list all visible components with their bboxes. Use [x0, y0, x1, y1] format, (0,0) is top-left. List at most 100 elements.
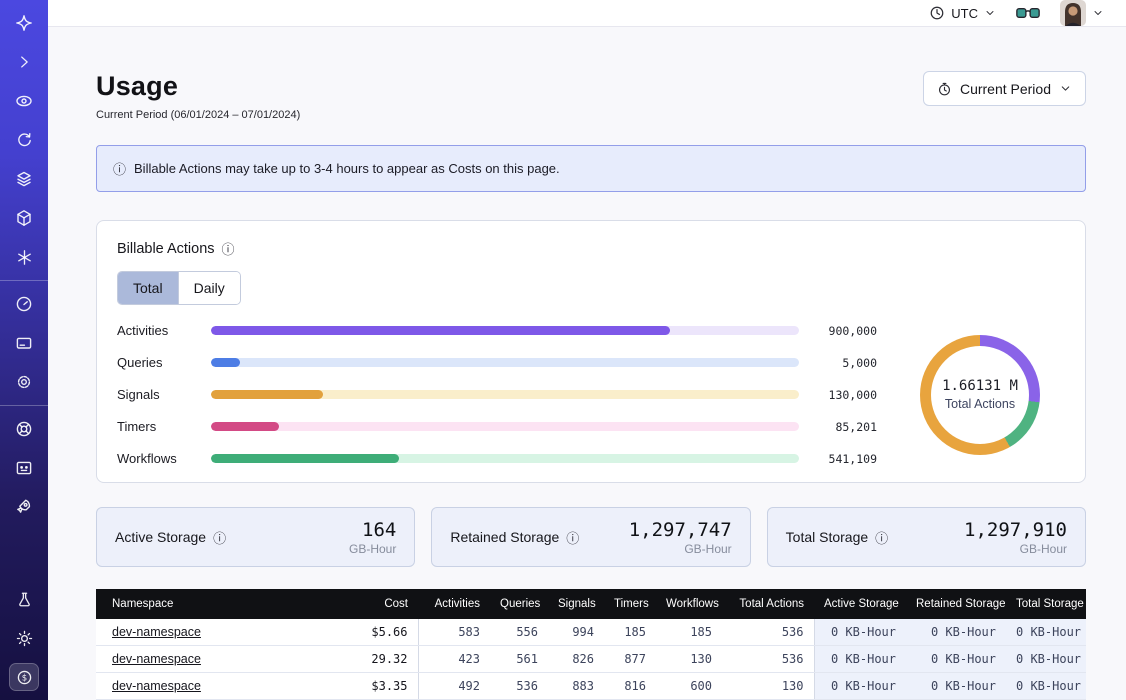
chevron-down-icon [1092, 7, 1104, 19]
temporal-logo-icon[interactable] [10, 10, 38, 36]
namespace-link[interactable]: dev-namespace [112, 625, 201, 639]
info-icon[interactable]: ⓘ [222, 239, 235, 258]
glasses-button[interactable] [1016, 5, 1040, 21]
col-total-actions[interactable]: Total Actions [722, 589, 814, 619]
info-icon[interactable]: ⓘ [566, 528, 579, 547]
cell-total-actions: 536 [722, 619, 814, 646]
support-lifebuoy-icon[interactable] [10, 416, 38, 442]
page-head: Usage Current Period (06/01/2024 – 07/01… [96, 71, 1086, 121]
billable-actions-title-text: Billable Actions [117, 241, 215, 257]
info-icon[interactable]: ⓘ [875, 528, 888, 547]
cell-queries: 561 [490, 646, 548, 673]
docs-terminal-icon[interactable] [10, 455, 38, 481]
table-header-row: Namespace Cost Activities Queries Signal… [96, 589, 1086, 619]
avatar [1060, 0, 1086, 26]
col-queries[interactable]: Queries [490, 589, 548, 619]
cell-queries: 556 [490, 619, 548, 646]
sidebar-group-bottom: $ [0, 576, 48, 700]
col-cost[interactable]: Cost [332, 589, 418, 619]
bar-label: Queries [117, 355, 199, 370]
sidebar-group-top [0, 0, 48, 280]
storage-label-text: Retained Storage [450, 529, 559, 545]
col-timers[interactable]: Timers [604, 589, 656, 619]
donut-total-value: 1.66131 M [942, 378, 1018, 394]
bar-value: 5,000 [811, 356, 877, 370]
bar-label: Workflows [117, 451, 199, 466]
bar-track [211, 454, 799, 463]
cell-total-actions: 536 [722, 646, 814, 673]
cell-cost: $5.66 [332, 619, 418, 646]
bar-row-timers: Timers 85,201 [117, 419, 877, 434]
cell-signals: 994 [548, 619, 604, 646]
col-namespace[interactable]: Namespace [96, 589, 332, 619]
retry-clock-icon[interactable] [10, 127, 38, 153]
cell-activities: 492 [418, 673, 490, 700]
total-storage-card: Total Storage ⓘ 1,297,910 GB-Hour [767, 507, 1086, 567]
flask-icon[interactable] [10, 586, 38, 612]
col-activities[interactable]: Activities [418, 589, 490, 619]
bar-value: 541,109 [811, 452, 877, 466]
bar-chart: Activities 900,000 Queries 5,000 Signals [117, 323, 895, 466]
storage-label: Active Storage ⓘ [115, 528, 226, 547]
tab-daily[interactable]: Daily [178, 272, 240, 304]
namespace-link[interactable]: dev-namespace [112, 679, 201, 693]
donut-total-label: Total Actions [945, 397, 1015, 411]
user-menu[interactable] [1060, 0, 1104, 26]
glasses-icon [1016, 5, 1040, 21]
app-root: $ UTC [0, 0, 1126, 700]
page-title: Usage [96, 71, 300, 102]
rocket-icon[interactable] [10, 494, 38, 520]
col-signals[interactable]: Signals [548, 589, 604, 619]
dollar-usage-icon[interactable]: $ [10, 664, 38, 690]
cell-timers: 185 [604, 619, 656, 646]
table-row: dev-namespace $5.66 583 556 994 185 185 … [96, 619, 1086, 646]
main-area: UTC [48, 0, 1126, 700]
bar-row-activities: Activities 900,000 [117, 323, 877, 338]
cell-signals: 826 [548, 646, 604, 673]
sidebar: $ [0, 0, 48, 700]
eye-icon[interactable] [10, 88, 38, 114]
settings-gear-icon[interactable] [10, 369, 38, 395]
storage-value: 1,297,747 [629, 519, 732, 541]
billable-chart: Activities 900,000 Queries 5,000 Signals [117, 323, 1065, 466]
namespace-link[interactable]: dev-namespace [112, 652, 201, 666]
bar-track [211, 422, 799, 431]
bar-label: Activities [117, 323, 199, 338]
table-row: dev-namespace 29.32 423 561 826 877 130 … [96, 646, 1086, 673]
timezone-dropdown[interactable]: UTC [929, 5, 996, 21]
svg-text:$: $ [21, 673, 26, 683]
donut-chart-wrap: 1.66131 M Total Actions [895, 335, 1065, 455]
cube-icon[interactable] [10, 205, 38, 231]
col-workflows[interactable]: Workflows [656, 589, 722, 619]
col-active-storage[interactable]: Active Storage [814, 589, 906, 619]
cell-workflows: 185 [656, 619, 722, 646]
cell-retained-storage: 0 KB-Hour [906, 619, 1006, 646]
storage-label-text: Active Storage [115, 529, 206, 545]
col-total-storage[interactable]: Total Storage [1006, 589, 1086, 619]
billing-card-icon[interactable] [10, 330, 38, 356]
table-row: dev-namespace $3.35 492 536 883 816 600 … [96, 673, 1086, 700]
bar-row-queries: Queries 5,000 [117, 355, 877, 370]
layers-icon[interactable] [10, 166, 38, 192]
namespace-usage-table: Namespace Cost Activities Queries Signal… [96, 589, 1086, 700]
billable-tabs: Total Daily [117, 271, 241, 305]
cell-cost: $3.35 [332, 673, 418, 700]
info-icon[interactable]: ⓘ [213, 528, 226, 547]
storage-label: Total Storage ⓘ [786, 528, 889, 547]
info-banner: ⓘ Billable Actions may take up to 3-4 ho… [96, 145, 1086, 192]
storage-value: 1,297,910 [964, 519, 1067, 541]
sun-icon[interactable] [10, 625, 38, 651]
cell-total-actions: 130 [722, 673, 814, 700]
period-dropdown-button[interactable]: Current Period [923, 71, 1086, 106]
bar-label: Timers [117, 419, 199, 434]
asterisk-icon[interactable] [10, 244, 38, 270]
cell-active-storage: 0 KB-Hour [814, 619, 906, 646]
tab-total[interactable]: Total [118, 272, 178, 304]
gauge-icon[interactable] [10, 291, 38, 317]
cell-timers: 877 [604, 646, 656, 673]
topbar: UTC [48, 0, 1126, 27]
col-retained-storage[interactable]: Retained Storage [906, 589, 1006, 619]
chevron-right-icon[interactable] [10, 49, 38, 75]
storage-value: 164 [349, 519, 396, 541]
bar-track [211, 326, 799, 335]
